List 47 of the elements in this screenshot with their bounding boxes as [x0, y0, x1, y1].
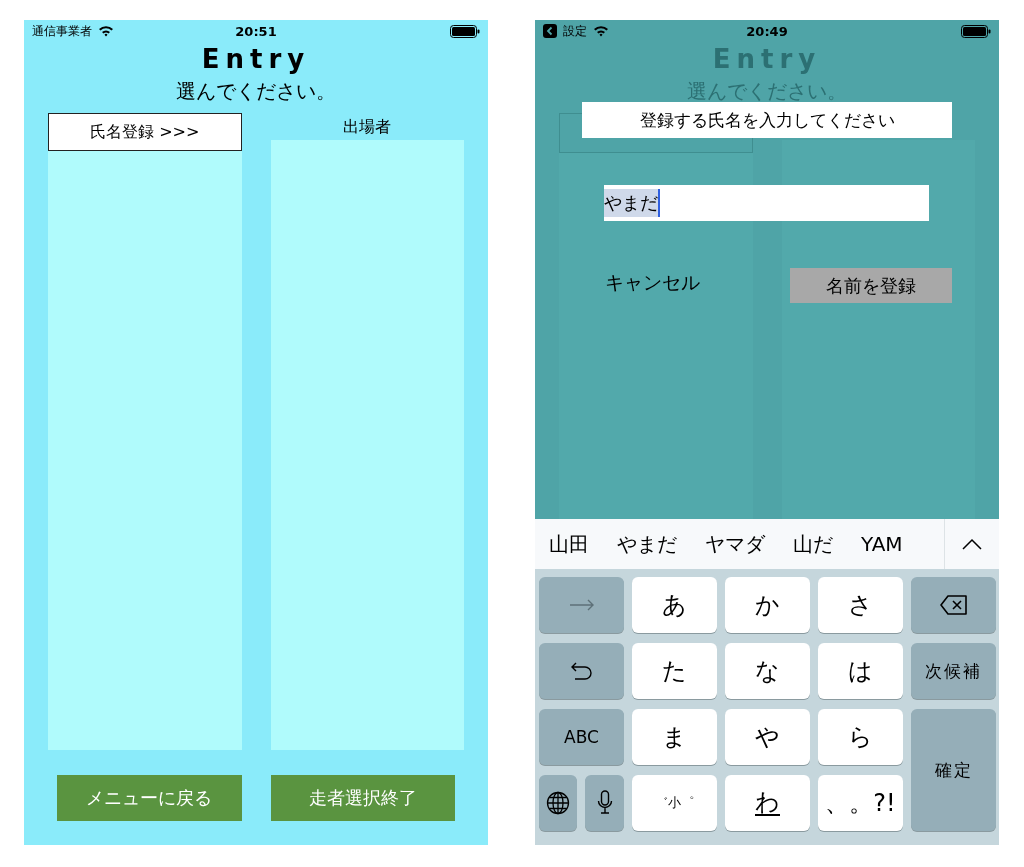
kana-key[interactable]: あ: [632, 577, 717, 633]
candidate-word[interactable]: やまだ: [617, 530, 677, 558]
battery-icon: [450, 24, 480, 38]
kana-key[interactable]: や: [725, 709, 810, 765]
globe-key[interactable]: [539, 775, 577, 831]
battery-icon: [961, 24, 991, 38]
kana-key[interactable]: さ: [818, 577, 903, 633]
kana-key[interactable]: ま: [632, 709, 717, 765]
action-button[interactable]: メニューに戻る: [57, 775, 242, 821]
kana-key[interactable]: な: [725, 643, 810, 699]
back-label[interactable]: 設定: [563, 22, 587, 40]
candidate-word[interactable]: ヤマダ: [705, 530, 765, 558]
prompt-dialog: 登録する氏名を入力してください: [582, 102, 952, 138]
register-name-button[interactable]: 氏名登録 >>>: [48, 113, 242, 151]
action-button[interactable]: 走者選択終了: [270, 775, 455, 821]
microphone-key[interactable]: [585, 775, 624, 831]
prompt-text: 選んでください。: [175, 78, 337, 105]
kana-key[interactable]: ら: [818, 709, 903, 765]
carrier-label: 通信事業者: [32, 22, 92, 40]
kana-key[interactable]: は: [818, 643, 903, 699]
dakuten-key[interactable]: ゛小゜: [632, 775, 717, 831]
screen-title: Entry: [200, 44, 312, 74]
status-time: 20:49: [746, 23, 788, 39]
kana-key[interactable]: わ: [725, 775, 810, 831]
wifi-icon: [98, 25, 114, 37]
candidate-word[interactable]: 山だ: [793, 530, 833, 558]
back-icon[interactable]: [543, 24, 557, 38]
name-input-field[interactable]: やまだ: [604, 185, 929, 221]
status-time: 20:51: [235, 23, 277, 39]
abc-key[interactable]: ABC: [539, 709, 624, 765]
kana-key[interactable]: か: [725, 577, 810, 633]
cancel-button[interactable]: キャンセル: [605, 270, 700, 296]
kana-key[interactable]: 、。?!: [818, 775, 903, 831]
candidate-word[interactable]: YAM: [861, 532, 903, 556]
microphone-icon: [596, 790, 613, 816]
entrants-label: 出場者: [342, 116, 393, 138]
wifi-icon: [593, 25, 609, 37]
next-candidate-key[interactable]: 次候補: [911, 643, 996, 699]
arrow-right-icon: [568, 599, 595, 611]
confirm-key[interactable]: 確定: [911, 709, 996, 831]
globe-icon: [546, 791, 570, 815]
register-button[interactable]: 名前を登録: [790, 268, 952, 303]
backspace-key[interactable]: [911, 577, 996, 633]
candidate-word[interactable]: 山田: [549, 530, 589, 558]
chevron-up-icon[interactable]: [962, 538, 982, 550]
backspace-icon: [939, 595, 968, 615]
kana-key[interactable]: た: [632, 643, 717, 699]
